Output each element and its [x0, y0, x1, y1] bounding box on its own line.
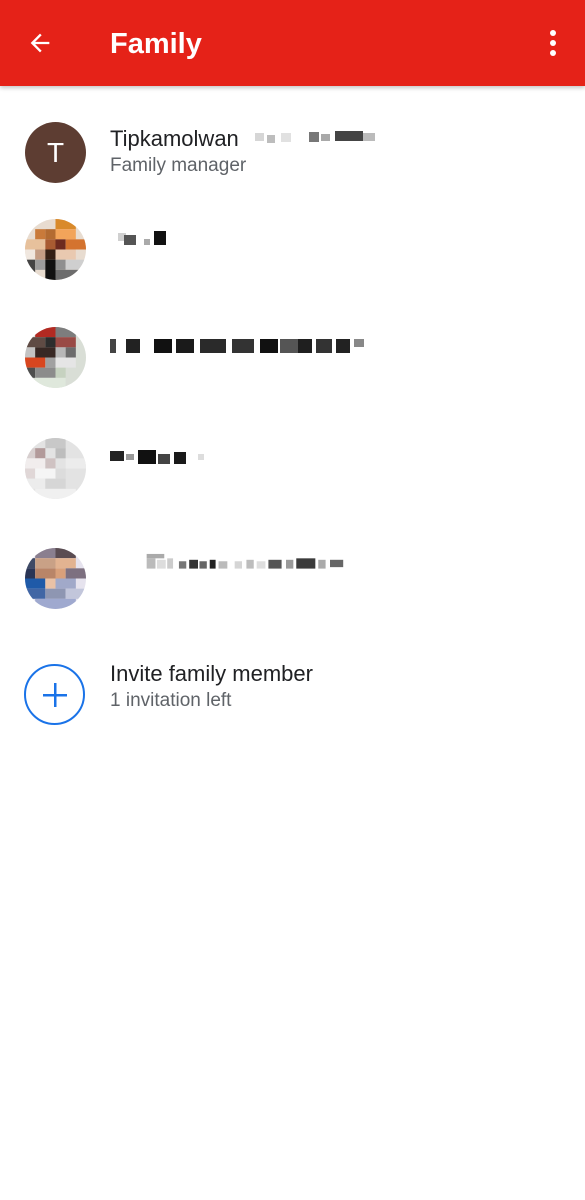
- arrow-back-icon: [30, 33, 50, 53]
- redacted-member-name: [146, 553, 344, 569]
- more-options-button[interactable]: [537, 19, 569, 67]
- app-bar: Family: [0, 0, 585, 86]
- redacted-member-name: [110, 339, 364, 353]
- invite-family-member-row[interactable]: Invite family member 1 invitation left: [0, 621, 585, 741]
- avatar: T: [25, 122, 86, 183]
- member-name: Tipkamolwan: [110, 125, 386, 153]
- family-member-list: T Tipkamolwan Family manager Invite fami…: [0, 86, 585, 741]
- family-member-row[interactable]: [0, 189, 585, 299]
- redacted-member-name: [110, 450, 204, 464]
- member-name-text: Tipkamolwan: [110, 126, 239, 151]
- avatar-initial: T: [46, 136, 65, 168]
- add-icon: [42, 682, 67, 707]
- avatar: [25, 548, 86, 609]
- avatar: [25, 219, 86, 280]
- family-member-row[interactable]: [0, 299, 585, 407]
- invite-info: Invite family member 1 invitation left: [110, 660, 313, 714]
- avatar: [25, 438, 86, 499]
- more-vert-icon: [550, 30, 556, 56]
- invite-label: Invite family member: [110, 661, 313, 686]
- family-member-row[interactable]: [0, 517, 585, 621]
- redacted-surname: [254, 131, 375, 143]
- member-info: Tipkamolwan Family manager: [110, 125, 386, 179]
- avatar: [25, 327, 86, 388]
- back-button[interactable]: [16, 19, 64, 67]
- invitations-left: 1 invitation left: [110, 690, 232, 711]
- invite-avatar: [24, 664, 85, 725]
- member-role: Family manager: [110, 155, 247, 176]
- page-title: Family: [110, 28, 202, 60]
- family-member-row[interactable]: [0, 407, 585, 517]
- family-member-row[interactable]: T Tipkamolwan Family manager: [0, 86, 585, 189]
- redacted-member-name: [118, 231, 166, 245]
